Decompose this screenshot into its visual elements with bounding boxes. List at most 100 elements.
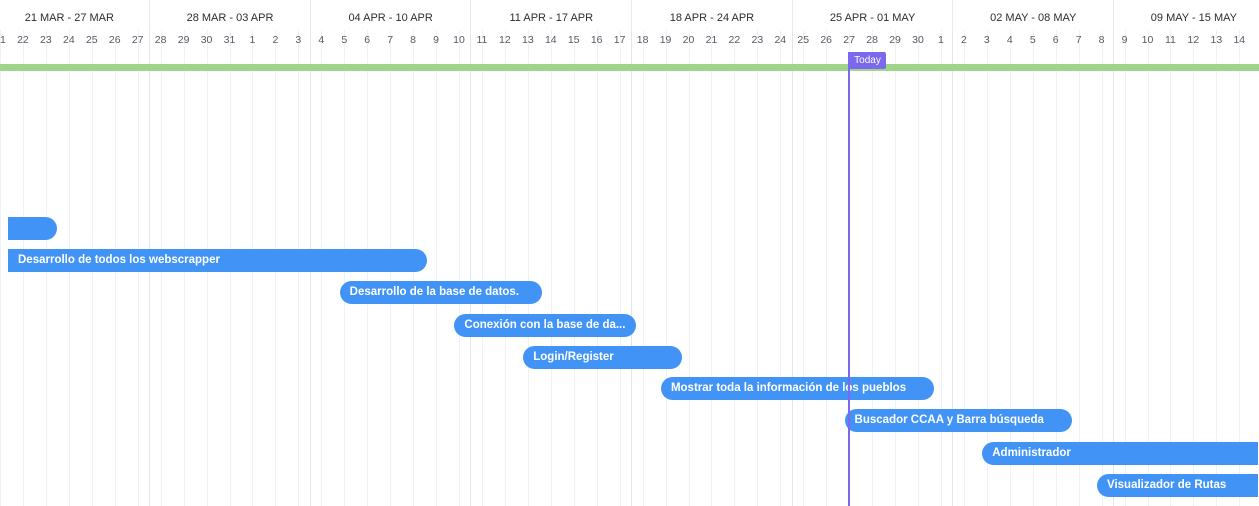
day-gridline [964,30,965,506]
day-label: 21 [705,34,718,46]
day-label: 30 [200,34,213,46]
today-line [848,52,851,506]
day-gridline [1033,30,1034,506]
day-gridline [803,30,804,506]
day-gridline [711,30,712,506]
task-bar[interactable]: Administrador [982,442,1258,465]
day-label: 31 [223,34,236,46]
week-gridline [631,30,632,506]
day-gridline [918,30,919,506]
day-gridline [1079,30,1080,506]
week-header: 09 MAY - 15 MAY [1113,0,1259,30]
day-gridline [1216,30,1217,506]
day-label: 7 [1075,34,1082,46]
day-label: 4 [318,34,325,46]
day-label: 24 [63,34,75,46]
day-label: 26 [820,34,833,46]
day-gridline [1148,30,1149,506]
day-label: 28 [866,34,878,46]
day-label: 21 [0,34,6,46]
day-label: 10 [1141,34,1154,46]
group-progress-bar [0,64,1259,71]
day-gridline [734,30,735,506]
day-label: 8 [410,34,417,46]
week-header: 25 APR - 01 MAY [791,0,953,30]
day-gridline [826,30,827,506]
task-bar[interactable]: Conexión con la base de da... [454,314,636,337]
task-bar[interactable]: Mostrar toda la información de los puebl… [660,377,935,400]
day-gridline [0,30,1,506]
day-gridline [1239,30,1240,506]
day-label: 11 [476,34,488,46]
task-bar[interactable]: Desarrollo de la base de datos. [339,281,542,304]
day-gridline [643,30,644,506]
day-label: 23 [751,34,764,46]
task-bar[interactable] [8,217,58,240]
day-gridline [757,30,758,506]
task-bar[interactable]: Desarrollo de todos los webscrapper [8,249,427,272]
day-label: 8 [1098,34,1105,46]
day-gridline [941,30,942,506]
day-gridline [895,30,896,506]
day-gridline [505,30,506,506]
day-label: 6 [364,34,371,46]
day-label: 12 [499,34,511,46]
day-gridline [689,30,690,506]
day-gridline [482,30,483,506]
day-gridline [872,30,873,506]
day-label: 4 [1006,34,1013,46]
day-label: 12 [1187,34,1200,46]
day-label: 22 [728,34,741,46]
week-header: 11 APR - 17 APR [470,0,631,30]
day-gridline [1102,30,1103,506]
day-gridline [620,30,621,506]
week-header: 04 APR - 10 APR [309,0,471,30]
task-bar[interactable]: Login/Register [523,346,682,369]
task-bar[interactable]: Buscador CCAA y Barra búsqueda [844,409,1072,432]
day-label: 14 [1233,34,1246,46]
week-gridline [1113,30,1114,506]
week-header: 02 MAY - 08 MAY [952,0,1113,30]
day-label: 25 [85,34,98,46]
week-header: 18 APR - 24 APR [631,0,792,30]
day-label: 18 [636,34,649,46]
day-gridline [436,30,437,506]
day-gridline [528,30,529,506]
gantt-chart: 2122232425262728293031123456789101112131… [0,0,1259,506]
day-gridline [1193,30,1194,506]
today-flag: Today [849,52,886,69]
day-label: 23 [40,34,52,46]
day-gridline [780,30,781,506]
day-gridline [1170,30,1171,506]
day-gridline [1010,30,1011,506]
day-label: 24 [774,34,787,46]
day-label: 28 [154,34,167,46]
day-label: 9 [1121,34,1128,46]
week-gridline [952,30,953,506]
day-label: 5 [1029,34,1036,46]
day-label: 5 [341,34,348,46]
day-gridline [1125,30,1126,506]
day-label: 1 [249,34,256,46]
day-label: 20 [682,34,695,46]
task-bar[interactable]: Visualizador de Rutas [1097,474,1258,497]
day-label: 6 [1052,34,1059,46]
day-label: 15 [567,34,580,46]
day-gridline [666,30,667,506]
day-label: 29 [177,34,190,46]
week-gridline [792,30,793,506]
day-label: 19 [659,34,672,46]
day-label: 2 [272,34,279,46]
day-label: 1 [938,34,944,46]
day-label: 27 [843,34,855,46]
day-label: 3 [295,34,302,46]
day-label: 10 [453,34,465,46]
day-gridline [574,30,575,506]
day-gridline [1056,30,1057,506]
day-label: 14 [544,34,557,46]
day-label: 7 [387,34,394,46]
day-label: 25 [797,34,810,46]
day-label: 29 [889,34,901,46]
day-label: 16 [590,34,603,46]
day-label: 2 [960,34,967,46]
